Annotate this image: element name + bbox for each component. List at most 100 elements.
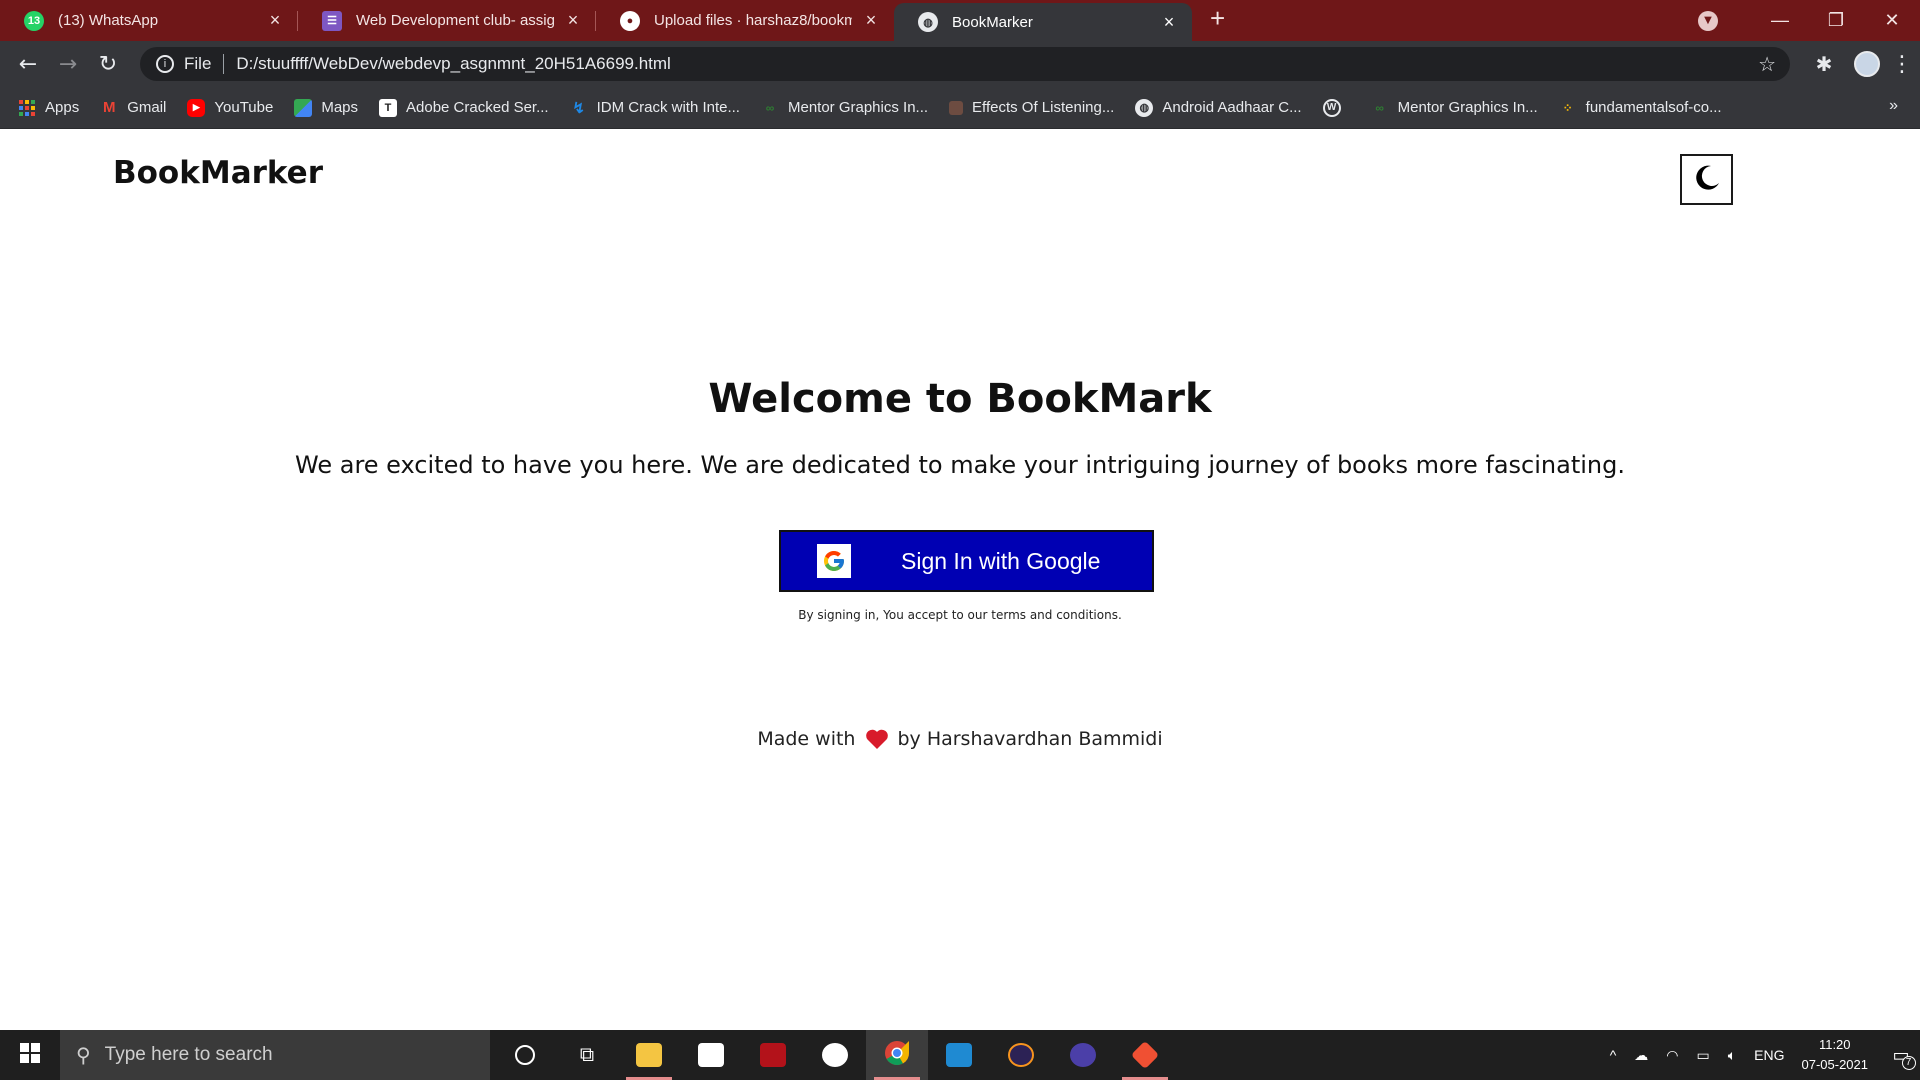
youtube-icon: ▶: [187, 98, 206, 117]
tab-title: BookMarker: [952, 13, 1033, 31]
t-letter-icon: T: [379, 98, 398, 117]
close-window-button[interactable]: ✕: [1864, 10, 1920, 31]
notification-icon: ▭ 7: [1892, 1045, 1916, 1070]
restore-button[interactable]: ❐: [1808, 10, 1864, 31]
file-explorer-button[interactable]: [618, 1030, 680, 1080]
cloud-icon[interactable]: ☁: [1634, 1047, 1648, 1064]
footer-credit: Made with by Harshavardhan Bammidi: [0, 728, 1920, 750]
address-bar[interactable]: i File D:/stuuffff/WebDev/webdevp_asgnmn…: [140, 47, 1790, 81]
clock[interactable]: 11:20 07-05-2021: [1802, 1035, 1869, 1075]
chrome-button[interactable]: [866, 1030, 928, 1080]
bookmark-mentor-graphics[interactable]: ∞ Mentor Graphics In...: [761, 99, 928, 117]
browser-toolbar: ← → ↻ i File D:/stuuffff/WebDev/webdevp_…: [0, 41, 1920, 87]
bookmark-idm[interactable]: ↯ IDM Crack with Inte...: [570, 99, 740, 117]
vscode-button[interactable]: [928, 1030, 990, 1080]
eclipse-button[interactable]: [990, 1030, 1052, 1080]
hero-title: Welcome to BookMark: [708, 376, 1212, 422]
taskbar-search-input[interactable]: ⚲ Type here to search: [60, 1030, 490, 1080]
language-indicator[interactable]: ENG: [1754, 1047, 1784, 1063]
wordpress-icon: W: [1322, 98, 1341, 117]
bookmarks-overflow-button[interactable]: »: [1889, 97, 1898, 115]
dots-icon: ⁘: [1562, 100, 1573, 115]
profile-avatar[interactable]: [1854, 51, 1880, 77]
minimize-button[interactable]: —: [1752, 10, 1808, 31]
app-orb-button[interactable]: [1052, 1030, 1114, 1080]
tab-github-upload[interactable]: ● Upload files · harshaz8/bookmark ×: [596, 0, 894, 41]
bookmark-effects-of-listening[interactable]: Effects Of Listening...: [949, 99, 1114, 116]
maps-icon: [294, 98, 313, 117]
git-icon: [1130, 1040, 1160, 1070]
game-app-icon: [760, 1043, 786, 1067]
microsoft-store-button[interactable]: [680, 1030, 742, 1080]
folder-icon: [636, 1043, 662, 1067]
chrome-icon: [884, 1040, 910, 1071]
close-icon[interactable]: ×: [862, 10, 880, 31]
hero-subtitle: We are excited to have you here. We are …: [295, 451, 1625, 479]
windows-logo-icon: [20, 1042, 40, 1068]
clock-time: 11:20: [1818, 1037, 1851, 1052]
toolbar-actions: ✱ ⋮: [1804, 51, 1914, 77]
bookmark-maps[interactable]: Maps: [294, 98, 359, 117]
game-app-button[interactable]: [742, 1030, 804, 1080]
bookmark-android-aadhaar[interactable]: ◍ Android Aadhaar C...: [1135, 98, 1302, 117]
bookmark-mentor-graphics-2[interactable]: ∞ Mentor Graphics In...: [1371, 99, 1538, 117]
forward-button[interactable]: →: [48, 52, 88, 77]
back-button[interactable]: ←: [8, 52, 48, 77]
tab-search-icon[interactable]: ▼: [1698, 10, 1718, 31]
tab-whatsapp[interactable]: 13 (13) WhatsApp ×: [0, 0, 298, 41]
taskbar-pinned-apps: ⧉: [494, 1030, 1176, 1080]
dark-mode-toggle[interactable]: [1680, 154, 1733, 205]
start-button[interactable]: [0, 1030, 60, 1080]
bookmark-youtube[interactable]: ▶ YouTube: [187, 98, 274, 117]
info-icon[interactable]: i: [156, 55, 174, 73]
apps-grid-icon: [18, 99, 36, 117]
close-icon[interactable]: ×: [564, 10, 582, 31]
github-icon: ●: [620, 10, 640, 31]
chevron-up-icon[interactable]: ^: [1610, 1047, 1617, 1063]
bookmark-label: YouTube: [214, 99, 274, 116]
bookmark-label: Effects Of Listening...: [972, 99, 1115, 116]
search-icon: ⚲: [76, 1044, 91, 1067]
task-view-button[interactable]: ⧉: [556, 1030, 618, 1080]
brand-logo-text[interactable]: BookMarker: [113, 155, 323, 191]
bookmark-label: Mentor Graphics In...: [1397, 99, 1538, 116]
word-button[interactable]: [804, 1030, 866, 1080]
close-icon[interactable]: ×: [1160, 12, 1178, 33]
tab-bookmarker[interactable]: ◍ BookMarker ×: [894, 3, 1192, 41]
google-sign-in-button[interactable]: Sign In with Google: [779, 530, 1154, 592]
search-placeholder: Type here to search: [104, 1044, 273, 1065]
bookmark-label: Adobe Cracked Ser...: [406, 99, 549, 116]
bookmark-fundamentals[interactable]: ⁘ fundamentalsof-co...: [1559, 99, 1722, 117]
sign-in-label: Sign In with Google: [901, 547, 1101, 574]
moon-icon: [1692, 163, 1722, 197]
cortana-button[interactable]: [494, 1030, 556, 1080]
bookmark-apps[interactable]: Apps: [18, 99, 79, 117]
globe-icon: ◍: [918, 12, 938, 32]
browser-menu-icon[interactable]: ⋮: [1890, 52, 1914, 77]
reload-button[interactable]: ↻: [88, 52, 128, 77]
wifi-icon[interactable]: ◠: [1666, 1047, 1678, 1064]
word-icon: [822, 1043, 848, 1067]
tab-web-dev-club[interactable]: ☰ Web Development club- assignm ×: [298, 0, 596, 41]
bookmark-gmail[interactable]: M Gmail: [100, 99, 166, 117]
new-tab-button[interactable]: +: [1210, 3, 1225, 34]
notification-center-button[interactable]: ▭ 7: [1882, 1030, 1920, 1080]
bookmark-wordpress[interactable]: W: [1322, 98, 1350, 117]
volume-icon[interactable]: 🔈︎: [1728, 1047, 1736, 1064]
footer-prefix: Made with: [757, 728, 856, 750]
address-url[interactable]: D:/stuuffff/WebDev/webdevp_asgnmnt_20H51…: [236, 54, 670, 74]
bookmarker-page: BookMarker Welcome to BookMark We are ex…: [0, 129, 1920, 1029]
bookmark-label: Mentor Graphics In...: [787, 99, 929, 116]
system-tray: ^ ☁ ◠ ▭ 🔈︎ ENG 11:20 07-05-2021 ▭ 7: [1601, 1030, 1920, 1080]
git-button[interactable]: [1114, 1030, 1176, 1080]
bookmark-adobe[interactable]: T Adobe Cracked Ser...: [379, 98, 549, 117]
window-controls: ▼ — ❐ ✕: [1698, 0, 1920, 41]
tab-title: Web Development club- assignm: [356, 12, 554, 29]
whatsapp-icon: 13: [24, 10, 44, 31]
close-icon[interactable]: ×: [266, 10, 284, 31]
battery-icon[interactable]: ▭: [1697, 1047, 1710, 1064]
globe-icon: ◍: [1135, 98, 1154, 117]
bookmark-star-icon[interactable]: ☆: [1758, 52, 1776, 77]
bookmark-label: Maps: [321, 99, 359, 116]
extensions-puzzle-icon[interactable]: ✱: [1804, 52, 1844, 76]
